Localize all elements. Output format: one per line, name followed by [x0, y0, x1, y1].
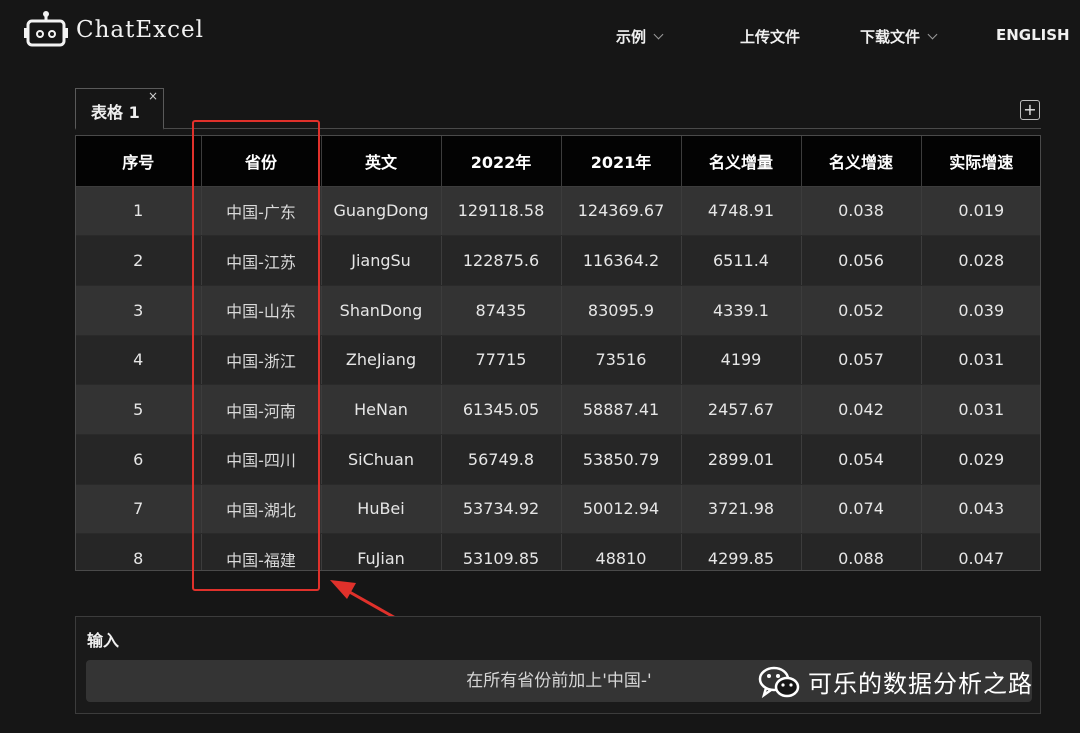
- table-cell[interactable]: 2457.67: [681, 384, 802, 435]
- table-cell[interactable]: 2: [76, 235, 202, 286]
- chevron-down-icon: [653, 29, 664, 39]
- table-cell[interactable]: 53850.79: [561, 434, 682, 485]
- table-cell[interactable]: 3: [76, 285, 202, 336]
- table-cell[interactable]: 0.031: [921, 335, 1040, 386]
- table-cell[interactable]: 87435: [441, 285, 562, 336]
- table-cell[interactable]: 6: [76, 434, 202, 485]
- table-cell[interactable]: HeNan: [321, 384, 442, 435]
- table-cell[interactable]: 53734.92: [441, 484, 562, 535]
- table-cell[interactable]: 0.054: [801, 434, 922, 485]
- nav-examples[interactable]: 示例: [616, 26, 664, 47]
- table-cell[interactable]: 4748.91: [681, 186, 802, 237]
- table-cell[interactable]: 7: [76, 484, 202, 535]
- add-tab-button[interactable]: +: [1020, 100, 1040, 120]
- table-cell[interactable]: 0.029: [921, 434, 1040, 485]
- table-cell[interactable]: 2899.01: [681, 434, 802, 485]
- table-cell[interactable]: 0.019: [921, 186, 1040, 237]
- nav-upload[interactable]: 上传文件: [740, 26, 800, 47]
- watermark: 可乐的数据分析之路: [758, 664, 1033, 699]
- table-cell[interactable]: 116364.2: [561, 235, 682, 286]
- column-header[interactable]: 实际增速: [921, 136, 1040, 187]
- table-cell[interactable]: 6511.4: [681, 235, 802, 286]
- wechat-icon: [758, 666, 800, 698]
- close-icon[interactable]: ×: [148, 89, 158, 103]
- nav-language-label: ENGLISH: [996, 26, 1070, 44]
- table-cell[interactable]: 50012.94: [561, 484, 682, 535]
- column-header[interactable]: 序号: [76, 136, 202, 187]
- table-cell[interactable]: 0.074: [801, 484, 922, 535]
- nav-language[interactable]: ENGLISH: [996, 26, 1070, 44]
- table-cell[interactable]: 0.042: [801, 384, 922, 435]
- input-label: 输入: [87, 631, 120, 650]
- table-cell[interactable]: 0.088: [801, 533, 922, 570]
- column-header[interactable]: 英文: [321, 136, 442, 187]
- top-navbar: ChatExcel 示例 上传文件 下载文件 ENGLISH: [0, 0, 1080, 72]
- nav-download-label: 下载文件: [860, 28, 921, 46]
- table-cell[interactable]: 0.052: [801, 285, 922, 336]
- app-logo[interactable]: ChatExcel: [24, 10, 204, 50]
- table-cell[interactable]: 58887.41: [561, 384, 682, 435]
- table-cell[interactable]: 73516: [561, 335, 682, 386]
- table-cell[interactable]: JiangSu: [321, 235, 442, 286]
- watermark-text: 可乐的数据分析之路: [808, 670, 1033, 698]
- table-cell[interactable]: 83095.9: [561, 285, 682, 336]
- table-cell[interactable]: 48810: [561, 533, 682, 570]
- column-header[interactable]: 2021年: [561, 136, 682, 187]
- table-cell[interactable]: 53109.85: [441, 533, 562, 570]
- table-cell[interactable]: 5: [76, 384, 202, 435]
- table-cell[interactable]: 1: [76, 186, 202, 237]
- table-cell[interactable]: 8: [76, 533, 202, 570]
- table-cell[interactable]: GuangDong: [321, 186, 442, 237]
- table-cell[interactable]: 129118.58: [441, 186, 562, 237]
- table-cell[interactable]: 56749.8: [441, 434, 562, 485]
- table-cell[interactable]: HuBei: [321, 484, 442, 535]
- column-header[interactable]: 2022年: [441, 136, 562, 187]
- table-cell[interactable]: ShanDong: [321, 285, 442, 336]
- tab-sheet-1-label: 表格 1: [91, 103, 140, 122]
- table-cell[interactable]: 122875.6: [441, 235, 562, 286]
- table-cell[interactable]: 4339.1: [681, 285, 802, 336]
- tab-sheet-1[interactable]: 表格 1 ×: [75, 88, 164, 130]
- table-cell[interactable]: 0.038: [801, 186, 922, 237]
- table-cell[interactable]: 77715: [441, 335, 562, 386]
- nav-download[interactable]: 下载文件: [860, 26, 938, 47]
- column-header[interactable]: 名义增速: [801, 136, 922, 187]
- province-column-highlight: [192, 120, 320, 591]
- table-cell[interactable]: 4299.85: [681, 533, 802, 570]
- table-cell[interactable]: 4: [76, 335, 202, 386]
- nav-examples-label: 示例: [616, 28, 647, 46]
- app-title: ChatExcel: [76, 17, 204, 43]
- table-cell[interactable]: 61345.05: [441, 384, 562, 435]
- chevron-down-icon: [927, 29, 938, 39]
- column-header[interactable]: 名义增量: [681, 136, 802, 187]
- table-cell[interactable]: 124369.67: [561, 186, 682, 237]
- table-cell[interactable]: 3721.98: [681, 484, 802, 535]
- nav-upload-label: 上传文件: [740, 28, 801, 46]
- table-cell[interactable]: ZheJiang: [321, 335, 442, 386]
- table-cell[interactable]: SiChuan: [321, 434, 442, 485]
- robot-logo-icon: [24, 11, 68, 47]
- table-cell[interactable]: 0.028: [921, 235, 1040, 286]
- table-cell[interactable]: 0.056: [801, 235, 922, 286]
- table-cell[interactable]: 0.031: [921, 384, 1040, 435]
- table-cell[interactable]: 0.057: [801, 335, 922, 386]
- table-cell[interactable]: 0.043: [921, 484, 1040, 535]
- table-cell[interactable]: FuJian: [321, 533, 442, 570]
- table-cell[interactable]: 4199: [681, 335, 802, 386]
- table-cell[interactable]: 0.047: [921, 533, 1040, 570]
- table-cell[interactable]: 0.039: [921, 285, 1040, 336]
